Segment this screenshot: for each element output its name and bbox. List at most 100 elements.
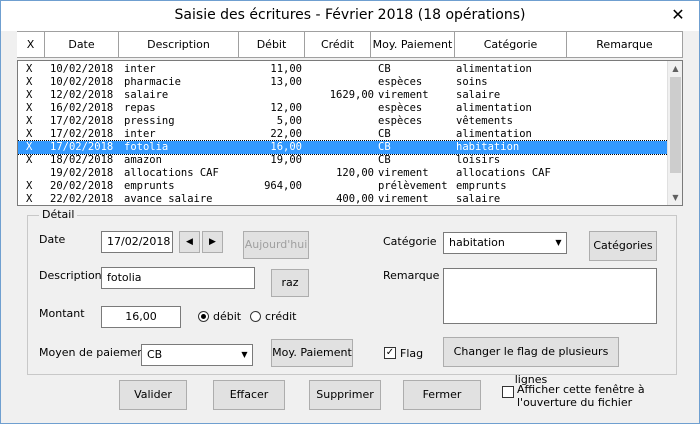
credit-radio[interactable] bbox=[250, 311, 261, 322]
payment-method-value: CB bbox=[147, 348, 163, 361]
cell-description: inter bbox=[124, 128, 156, 140]
cell-description: pharmacie bbox=[124, 76, 181, 88]
validate-button[interactable]: Valider bbox=[119, 380, 187, 410]
cell-payment: virement bbox=[378, 89, 429, 101]
cell-flag: X bbox=[26, 193, 33, 205]
payment-methods-button[interactable]: Moy. Paiement bbox=[271, 339, 353, 367]
column-header-description[interactable]: Description bbox=[119, 31, 239, 58]
cell-description: amazon bbox=[124, 154, 162, 166]
table-row[interactable]: X 18/02/2018 amazon 19,00 CB loisirs bbox=[18, 154, 668, 167]
cell-date: 22/02/2018 bbox=[50, 193, 114, 205]
title-bar: Saisie des écritures - Février 2018 (18 … bbox=[1, 1, 699, 31]
chevron-down-icon[interactable]: ▼ bbox=[236, 345, 252, 365]
cell-payment: virement bbox=[378, 193, 429, 205]
amount-field[interactable]: 16,00 bbox=[101, 306, 181, 328]
detail-legend: Détail bbox=[39, 208, 78, 221]
cell-payment: CB bbox=[378, 141, 391, 153]
category-select[interactable]: habitation ▼ bbox=[443, 232, 567, 254]
payment-method-select[interactable]: CB ▼ bbox=[141, 344, 253, 366]
triangle-left-icon: ◀ bbox=[186, 237, 193, 247]
remark-field[interactable] bbox=[443, 268, 657, 324]
cell-description: salaire bbox=[124, 89, 169, 101]
cell-category: soins bbox=[456, 76, 488, 88]
today-button[interactable]: Aujourd'hui bbox=[243, 231, 309, 259]
close-button[interactable]: Fermer bbox=[403, 380, 481, 410]
raz-button[interactable]: raz bbox=[271, 269, 309, 297]
cell-flag: X bbox=[26, 154, 33, 166]
table-row[interactable]: 19/02/2018 allocations CAF 120,00 vireme… bbox=[18, 167, 668, 180]
table-row-selected[interactable]: X 17/02/2018 fotolia 16,00 CB habitation bbox=[18, 140, 669, 155]
column-header-remark[interactable]: Remarque bbox=[567, 31, 683, 58]
cell-payment: espèces bbox=[378, 76, 423, 88]
cell-payment: CB bbox=[378, 63, 391, 75]
table-row[interactable]: X 22/02/2018 avance salaire 400,00 virem… bbox=[18, 193, 668, 205]
flag-checkbox[interactable]: ✓ bbox=[384, 347, 396, 359]
description-field[interactable]: fotolia bbox=[101, 267, 255, 289]
date-field[interactable]: 17/02/2018 bbox=[101, 231, 173, 253]
scrollbar-thumb[interactable] bbox=[670, 77, 681, 173]
cell-category: emprunts bbox=[456, 180, 507, 192]
cell-debit: 5,00 bbox=[276, 115, 302, 127]
cell-description: avance salaire bbox=[124, 193, 213, 205]
previous-date-button[interactable]: ◀ bbox=[179, 231, 200, 253]
column-header-x[interactable]: X bbox=[17, 31, 45, 58]
cell-description: repas bbox=[124, 102, 156, 114]
cell-description: fotolia bbox=[124, 141, 169, 153]
cell-description: pressing bbox=[124, 115, 175, 127]
cell-date: 16/02/2018 bbox=[50, 102, 114, 114]
cell-date: 10/02/2018 bbox=[50, 63, 114, 75]
table-row[interactable]: X 17/02/2018 pressing 5,00 espèces vêtem… bbox=[18, 115, 668, 128]
table-row[interactable]: X 10/02/2018 pharmacie 13,00 espèces soi… bbox=[18, 76, 668, 89]
transactions-list[interactable]: X 10/02/2018 inter 11,00 CB alimentation… bbox=[17, 60, 683, 206]
scroll-down-icon[interactable]: ▼ bbox=[668, 190, 682, 205]
cell-flag: X bbox=[26, 128, 33, 140]
chevron-down-icon[interactable]: ▼ bbox=[550, 233, 566, 253]
column-header-payment[interactable]: Moy. Paiement bbox=[371, 31, 455, 58]
cell-debit: 22,00 bbox=[270, 128, 302, 140]
categories-button[interactable]: Catégories bbox=[589, 231, 657, 261]
table-row[interactable]: X 17/02/2018 inter 22,00 CB alimentation bbox=[18, 128, 668, 141]
cell-payment: CB bbox=[378, 128, 391, 140]
cell-debit: 964,00 bbox=[264, 180, 302, 192]
cell-flag: X bbox=[26, 63, 33, 75]
vertical-scrollbar[interactable]: ▲ ▼ bbox=[667, 61, 682, 205]
show-on-open-checkbox[interactable] bbox=[502, 386, 514, 398]
delete-button[interactable]: Supprimer bbox=[309, 380, 381, 410]
cell-date: 20/02/2018 bbox=[50, 180, 114, 192]
table-row[interactable]: X 10/02/2018 inter 11,00 CB alimentation bbox=[18, 63, 668, 76]
scroll-up-icon[interactable]: ▲ bbox=[668, 61, 682, 76]
table-row[interactable]: X 16/02/2018 repas 12,00 espèces aliment… bbox=[18, 102, 668, 115]
cell-debit: 11,00 bbox=[270, 63, 302, 75]
cell-date: 17/02/2018 bbox=[50, 141, 114, 153]
cell-payment: espèces bbox=[378, 115, 423, 127]
payment-method-label: Moyen de paiement bbox=[39, 346, 149, 359]
clear-button[interactable]: Effacer bbox=[213, 380, 285, 410]
cell-flag: X bbox=[26, 115, 33, 127]
table-row[interactable]: X 20/02/2018 emprunts 964,00 prélèvement… bbox=[18, 180, 668, 193]
column-header-credit[interactable]: Crédit bbox=[305, 31, 371, 58]
cell-date: 18/02/2018 bbox=[50, 154, 114, 166]
cell-payment: prélèvement bbox=[378, 180, 448, 192]
cell-debit: 16,00 bbox=[270, 141, 302, 153]
flag-label: Flag bbox=[400, 347, 424, 360]
close-window-button[interactable]: ✕ bbox=[665, 3, 691, 27]
show-on-open-line-1: Afficher cette fenêtre à bbox=[517, 383, 645, 396]
category-label: Catégorie bbox=[383, 235, 437, 248]
app-window: Saisie des écritures - Février 2018 (18 … bbox=[0, 0, 700, 424]
cell-date: 17/02/2018 bbox=[50, 128, 114, 140]
column-header-debit[interactable]: Débit bbox=[239, 31, 305, 58]
amount-label: Montant bbox=[39, 307, 85, 320]
next-date-button[interactable]: ▶ bbox=[202, 231, 223, 253]
close-icon: ✕ bbox=[671, 5, 685, 24]
date-label: Date bbox=[39, 233, 66, 246]
cell-payment: virement bbox=[378, 167, 429, 179]
table-row[interactable]: X 12/02/2018 salaire 1629,00 virement sa… bbox=[18, 89, 668, 102]
cell-flag: X bbox=[26, 76, 33, 88]
cell-category: alimentation bbox=[456, 63, 532, 75]
category-value: habitation bbox=[449, 236, 505, 249]
column-header-category[interactable]: Catégorie bbox=[455, 31, 567, 58]
cell-credit: 400,00 bbox=[336, 193, 374, 205]
debit-radio[interactable] bbox=[198, 311, 209, 322]
change-flag-multiple-button[interactable]: Changer le flag de plusieurs lignes bbox=[443, 337, 619, 386]
column-header-date[interactable]: Date bbox=[45, 31, 119, 58]
